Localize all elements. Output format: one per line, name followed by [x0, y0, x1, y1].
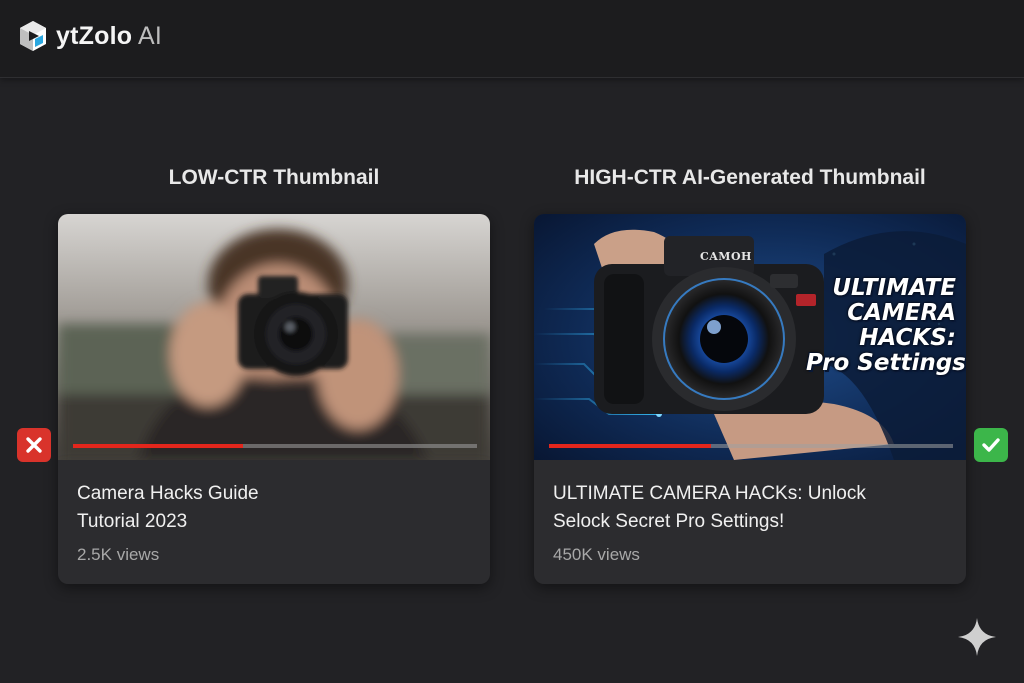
- app-name-suffix: AI: [137, 21, 163, 50]
- watch-progress-fill: [73, 444, 243, 448]
- watch-progress-bar: [73, 444, 477, 448]
- thumbnail-overlay-text: ULTIMATE CAMERA HACKS: Pro Settings!: [806, 275, 966, 376]
- high-ctr-view-count: 450K views: [553, 545, 640, 564]
- low-ctr-video-title[interactable]: Camera Hacks Guide Tutorial 2023: [77, 480, 467, 536]
- top-bar: ytZolo AI: [0, 0, 1024, 78]
- app-name: ytZolo AI: [56, 22, 162, 51]
- sparkle-icon: [958, 618, 996, 656]
- low-ctr-thumbnail[interactable]: [58, 214, 490, 460]
- checkmark-icon: [974, 428, 1008, 462]
- ytzolo-logo-icon: [20, 21, 46, 51]
- video-title-line: ULTIMATE CAMERA HACKs: Unlock: [553, 483, 866, 504]
- brand[interactable]: ytZolo AI: [18, 20, 162, 52]
- high-ctr-thumbnail[interactable]: CAMOH ULTIMATE CAMERA HACKS: Pro Setting…: [534, 214, 966, 460]
- blurry-photographer-image: [58, 214, 490, 460]
- low-ctr-video-card[interactable]: Camera Hacks Guide Tutorial 2023 2.5K vi…: [58, 214, 490, 584]
- overlay-line: CAMERA: [847, 300, 956, 326]
- overlay-line: Pro Settings!: [806, 350, 966, 376]
- app-name-text: ytZolo: [56, 21, 133, 50]
- overlay-line: HACKS:: [859, 325, 956, 351]
- low-ctr-view-count: 2.5K views: [77, 545, 160, 564]
- high-ctr-video-card[interactable]: CAMOH ULTIMATE CAMERA HACKS: Pro Setting…: [534, 214, 966, 584]
- high-ctr-video-title[interactable]: ULTIMATE CAMERA HACKs: Unlock Selock Sec…: [553, 480, 943, 536]
- video-title-line: Selock Secret Pro Settings!: [553, 511, 785, 532]
- watch-progress-bar: [549, 444, 953, 448]
- camera-brand-label: CAMOH: [700, 250, 752, 263]
- x-icon: [17, 428, 51, 462]
- video-title-line: Camera Hacks Guide: [77, 483, 259, 504]
- high-ctr-heading: HIGH-CTR AI-Generated Thumbnail: [574, 166, 926, 189]
- video-title-line: Tutorial 2023: [77, 511, 188, 532]
- watch-progress-fill: [549, 444, 711, 448]
- overlay-line: ULTIMATE: [832, 275, 956, 301]
- low-ctr-heading: LOW-CTR Thumbnail: [168, 166, 380, 189]
